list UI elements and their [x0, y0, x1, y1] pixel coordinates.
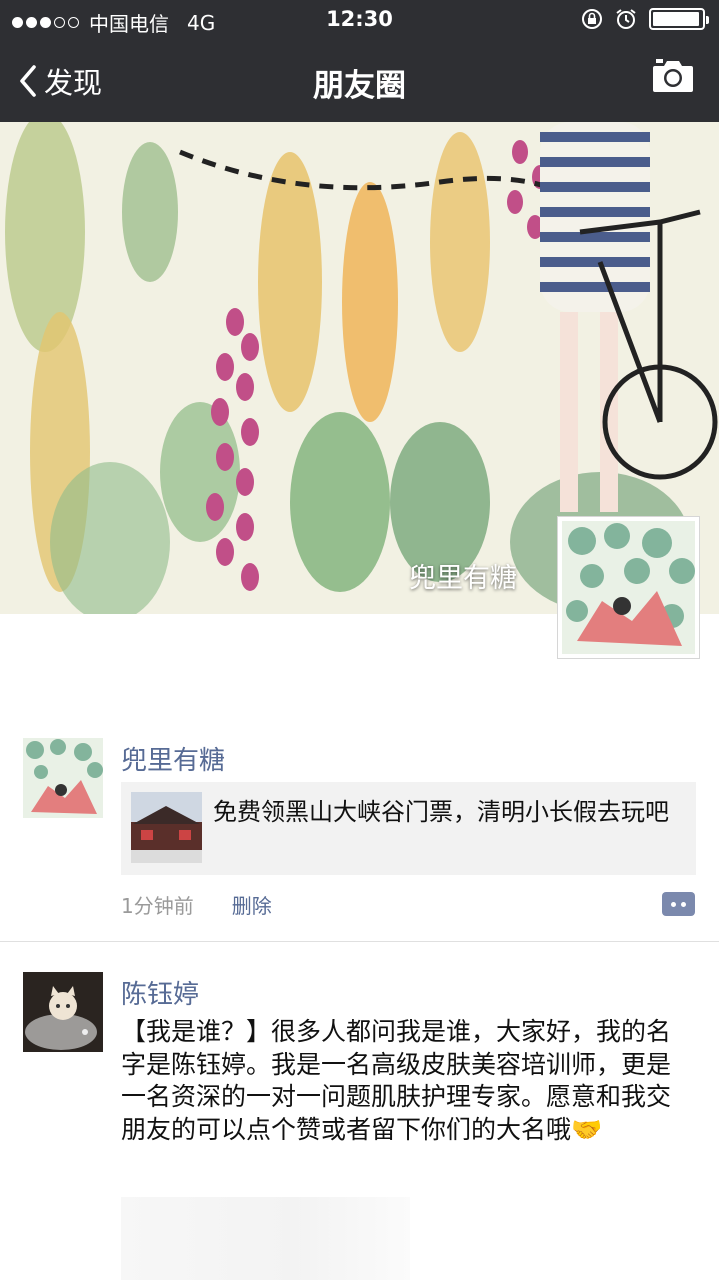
owner-avatar[interactable]	[557, 516, 700, 659]
author-avatar-image	[23, 972, 103, 1052]
top-bar: 中国电信 4G 12:30 发现 朋友圈	[0, 0, 719, 122]
author-name[interactable]: 陈钰婷	[121, 974, 199, 1011]
author-avatar[interactable]	[23, 972, 103, 1052]
navigation-bar: 发现 朋友圈	[0, 40, 719, 122]
comment-icon[interactable]	[662, 892, 695, 916]
delete-button[interactable]: 删除	[232, 890, 272, 919]
post-image[interactable]	[121, 1197, 410, 1280]
author-avatar-image	[23, 738, 103, 818]
camera-button[interactable]	[651, 58, 695, 98]
shared-link-card[interactable]: 免费领黑山大峡谷门票，清明小长假去玩吧	[121, 782, 696, 875]
owner-avatar-image	[562, 521, 695, 654]
post-time: 1分钟前	[121, 894, 194, 918]
rotation-lock-icon	[582, 9, 602, 29]
shared-link-title: 免费领黑山大峡谷门票，清明小长假去玩吧	[213, 798, 669, 826]
shared-link-thumbnail	[131, 792, 202, 863]
author-name[interactable]: 兜里有糖	[121, 740, 225, 777]
cover-owner-name: 兜里有糖	[409, 563, 517, 594]
post-text: 【我是谁？】很多人都问我是谁，大家好，我的名字是陈钰婷。我是一名高级皮肤美容培训…	[121, 1017, 672, 1144]
page-title: 朋友圈	[313, 68, 406, 104]
battery-icon	[649, 8, 709, 30]
camera-icon	[653, 59, 693, 92]
status-bar: 中国电信 4G 12:30	[0, 0, 719, 40]
alarm-icon	[616, 9, 636, 29]
post-meta: 1分钟前 删除	[121, 890, 272, 919]
post-divider	[0, 941, 719, 942]
author-avatar[interactable]	[23, 738, 103, 818]
